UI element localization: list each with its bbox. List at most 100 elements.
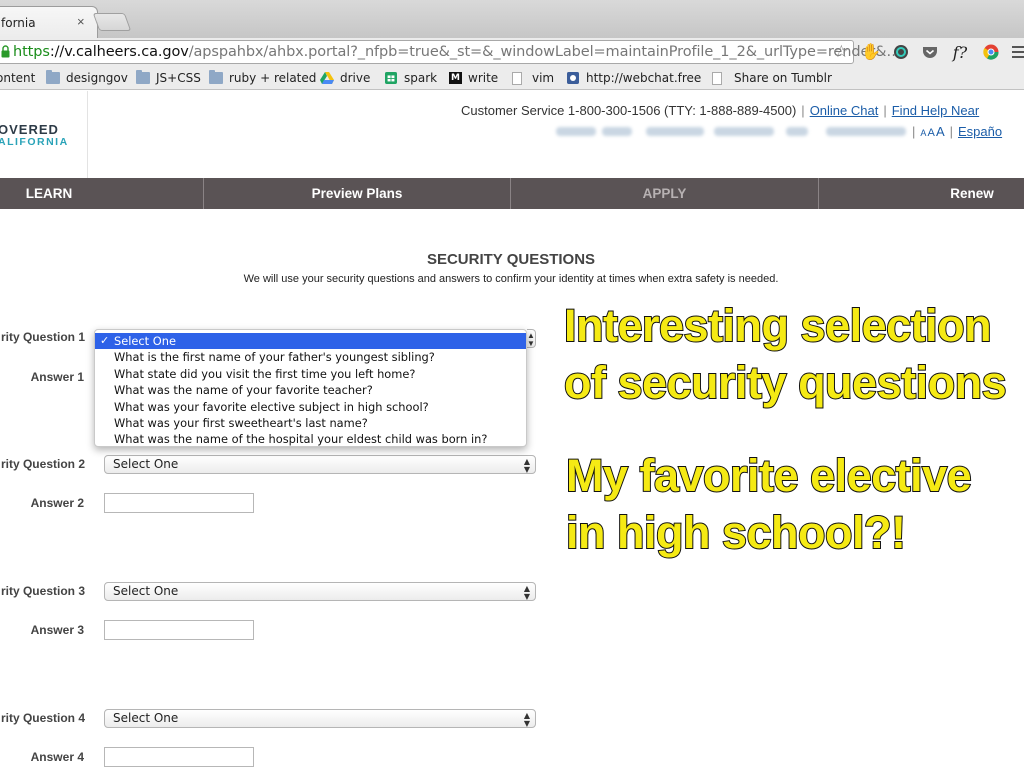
answer-3-label: Answer 3 xyxy=(30,623,84,637)
color-wheel-icon[interactable] xyxy=(892,43,910,61)
folder-icon xyxy=(46,70,60,84)
webchat-icon xyxy=(567,72,579,84)
page-title: SECURITY QUESTIONS xyxy=(426,251,596,268)
address-bar[interactable]: https://v.calheers.ca.gov/apspahbx/ahbx.… xyxy=(0,40,901,64)
blurred-user-info xyxy=(826,127,906,136)
url-separator: :// xyxy=(49,44,65,60)
nav-renew[interactable]: Renew xyxy=(819,178,1024,209)
dropdown-option[interactable]: What is the first name of your father's … xyxy=(95,349,526,365)
blurred-user-info xyxy=(714,127,774,136)
bookmark-folder[interactable]: ruby + related xyxy=(209,70,317,85)
bookmark-label: spark xyxy=(404,71,438,85)
new-tab-button[interactable] xyxy=(92,13,132,31)
dropdown-option[interactable]: What state did you visit the first time … xyxy=(95,366,526,382)
dropdown-option[interactable]: What was your first sweetheart's last na… xyxy=(95,415,526,431)
bookmark-item[interactable]: M write xyxy=(449,71,498,85)
select-arrows-icon: ▲ ▼ xyxy=(523,457,530,474)
security-question-3-label: rity Question 3 xyxy=(0,584,85,598)
bookmark-label: http://webchat.free xyxy=(586,71,702,85)
annotation-line: of security questions xyxy=(563,357,1008,408)
bookmark-item[interactable]: drive xyxy=(320,71,370,85)
drive-icon xyxy=(320,72,334,84)
bookmark-label: drive xyxy=(340,71,371,85)
select-arrows-icon: ▲ ▼ xyxy=(523,584,530,601)
menu-icon[interactable] xyxy=(1010,43,1024,61)
checkmark-icon: ✓ xyxy=(100,334,110,347)
bookmark-item[interactable]: http://webchat.free xyxy=(566,71,701,85)
divider xyxy=(87,91,88,178)
bookmark-label: ontent xyxy=(0,71,36,85)
page-subtitle: We will use your security questions and … xyxy=(243,273,779,285)
nav-apply[interactable]: APPLY xyxy=(511,178,818,209)
url-path: /apspahbx/ahbx.portal?_nfpb=true&_st=&_w… xyxy=(188,44,901,60)
url-text[interactable]: https://v.calheers.ca.gov/apspahbx/ahbx.… xyxy=(13,44,901,60)
dropdown-option[interactable]: What was the name of your favorite teach… xyxy=(95,382,526,398)
answer-4-label: Answer 4 xyxy=(30,750,84,764)
pocket-icon[interactable] xyxy=(921,43,939,61)
bookmark-label: Share on Tumblr xyxy=(734,71,832,85)
hand-icon[interactable]: ✋ xyxy=(861,43,881,61)
blurred-user-info xyxy=(786,127,808,136)
bookmark-label: vim xyxy=(532,71,555,85)
font-icon[interactable]: f? xyxy=(951,43,969,62)
folder-icon xyxy=(209,70,223,84)
bookmark-item[interactable]: spark xyxy=(384,71,437,85)
answer-1-label: Answer 1 xyxy=(30,370,84,384)
option-label: Select One xyxy=(114,334,176,348)
answer-2-input[interactable] xyxy=(104,493,254,513)
dropdown-option[interactable]: What was your favorite elective subject … xyxy=(95,399,526,415)
blurred-user-info xyxy=(646,127,704,136)
answer-4-input[interactable] xyxy=(104,747,254,767)
security-question-1-select[interactable]: ▲ ▼ xyxy=(527,329,536,348)
site-header: OVERED ALIFORNIA Customer Service 1-800-… xyxy=(0,91,1024,178)
tab-title: fornia xyxy=(1,16,36,30)
tab-close-icon[interactable]: × xyxy=(77,14,85,29)
bookmarks-bar: ontent designgov JS+CSS ruby + related d… xyxy=(0,66,1024,90)
text-size-large[interactable]: A xyxy=(936,124,945,139)
dropdown-option[interactable]: What was the name of the hospital your e… xyxy=(95,431,526,447)
blurred-user-info xyxy=(556,127,596,136)
nav-learn[interactable]: LEARN xyxy=(0,178,116,209)
folder-icon xyxy=(136,70,150,84)
bookmark-item[interactable]: ontent xyxy=(0,71,35,85)
page-icon xyxy=(512,71,522,85)
answer-2-label: Answer 2 xyxy=(30,496,84,510)
url-host: v.calheers.ca.gov xyxy=(64,44,189,60)
browser-tabstrip: fornia × xyxy=(0,0,1024,38)
security-question-3-select[interactable]: Select One ▲ ▼ xyxy=(104,582,536,601)
bookmark-folder[interactable]: designgov xyxy=(46,70,128,85)
text-size-medium[interactable]: A xyxy=(928,127,935,139)
select-value: Select One xyxy=(113,584,179,598)
bookmark-item[interactable]: Share on Tumblr xyxy=(712,71,832,85)
security-question-2-select[interactable]: Select One ▲ ▼ xyxy=(104,455,536,474)
logo-subtitle[interactable]: ALIFORNIA xyxy=(0,136,69,148)
find-help-link[interactable]: Find Help Near xyxy=(892,103,979,118)
answer-3-input[interactable] xyxy=(104,620,254,640)
security-question-4-select[interactable]: Select One ▲ ▼ xyxy=(104,709,536,728)
annotation-line: in high school?! xyxy=(565,507,907,558)
bookmark-item[interactable]: vim xyxy=(512,71,554,85)
blurred-user-info xyxy=(602,127,632,136)
bookmark-folder[interactable]: JS+CSS xyxy=(136,70,201,85)
online-chat-link[interactable]: Online Chat xyxy=(810,103,879,118)
customer-service-text: Customer Service 1-800-300-1506 (TTY: 1-… xyxy=(461,103,797,118)
espanol-link[interactable]: Españo xyxy=(958,124,1002,139)
select-value: Select One xyxy=(113,711,179,725)
bookmark-label: ruby + related xyxy=(229,71,317,85)
medium-icon: M xyxy=(449,72,462,84)
browser-tab[interactable]: fornia × xyxy=(0,6,98,38)
security-question-2-label: rity Question 2 xyxy=(0,457,85,471)
security-question-dropdown-menu: ✓ Select One What is the first name of yo… xyxy=(94,329,527,447)
url-scheme: https xyxy=(13,44,50,60)
utility-links: Customer Service 1-800-300-1506 (TTY: 1-… xyxy=(461,103,980,118)
security-question-4-label: rity Question 4 xyxy=(0,711,85,725)
text-size-small[interactable]: A xyxy=(920,128,926,138)
dropdown-option[interactable]: ✓ Select One xyxy=(95,333,526,350)
chrome-icon[interactable] xyxy=(982,43,1000,61)
bookmark-label: write xyxy=(468,71,499,85)
security-question-1-label: rity Question 1 xyxy=(0,330,85,344)
select-arrows-icon: ▲ ▼ xyxy=(523,711,530,728)
bookmark-star-icon[interactable]: ☆ xyxy=(834,42,849,62)
nav-preview-plans[interactable]: Preview Plans xyxy=(204,178,510,209)
logo[interactable]: OVERED xyxy=(0,122,59,137)
